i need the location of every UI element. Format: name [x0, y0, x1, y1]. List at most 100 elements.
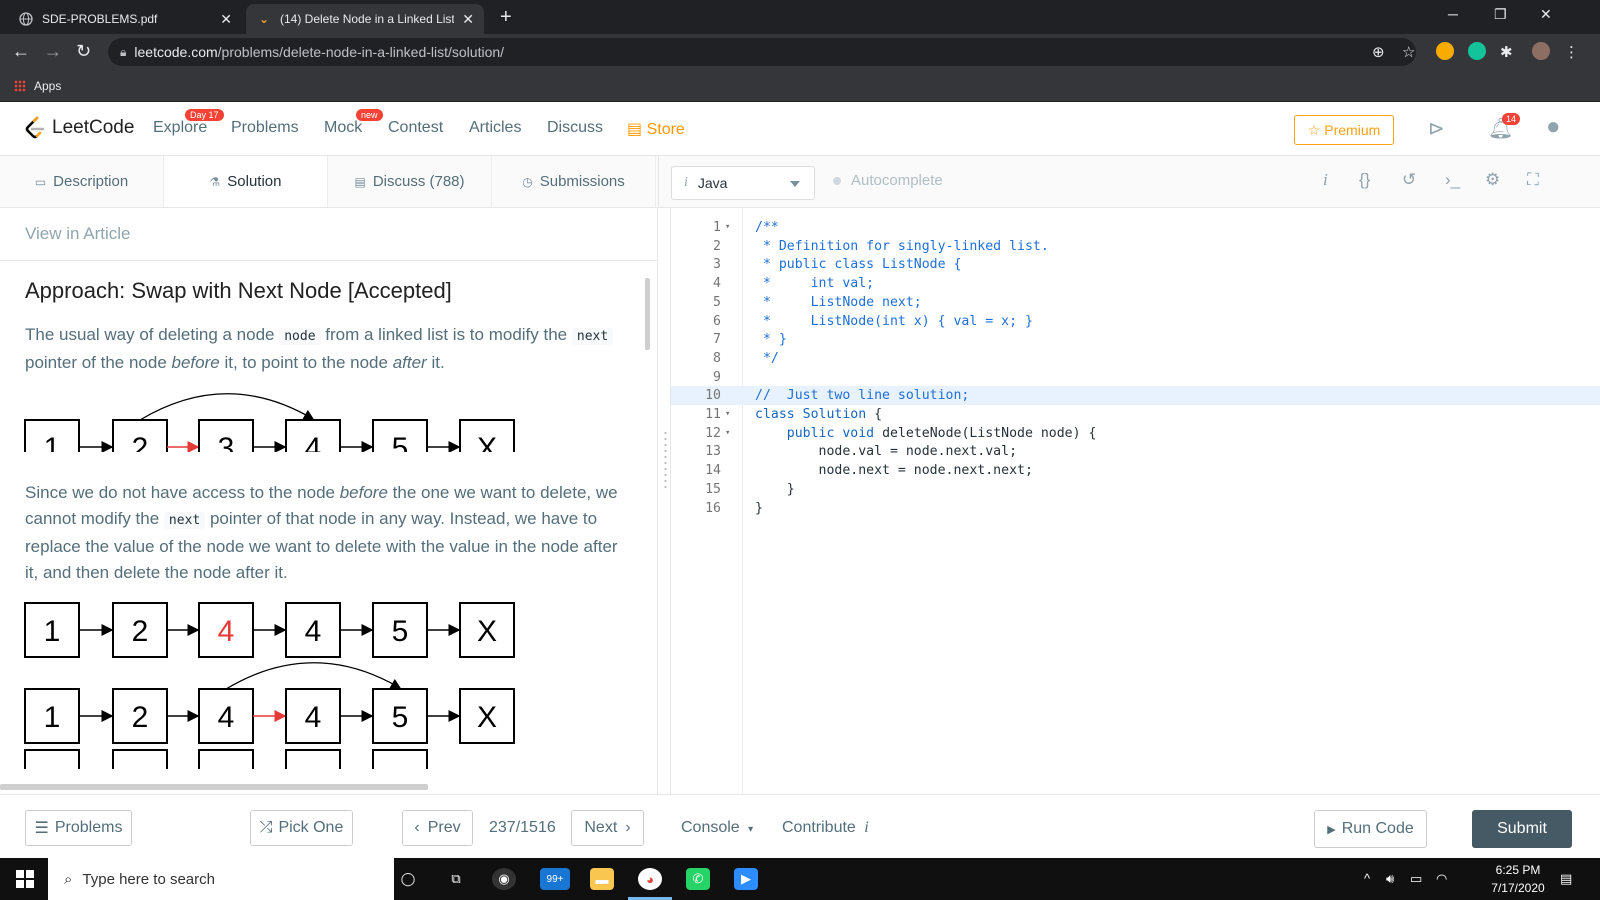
code-line[interactable]: 13 node.val = node.next.val;: [671, 442, 1600, 461]
code-line[interactable]: 7 * }: [671, 330, 1600, 349]
list-node-value: 3: [218, 432, 235, 452]
whatsapp-icon[interactable]: ✆: [686, 868, 710, 890]
reload-icon[interactable]: ↻: [76, 42, 91, 60]
run-code-button[interactable]: ▶ Run Code: [1314, 810, 1427, 848]
fold-arrow-icon[interactable]: ▾: [725, 424, 730, 443]
nav-articles[interactable]: Articles: [469, 119, 521, 137]
task-view-icon[interactable]: ⧉: [444, 868, 468, 890]
prev-button[interactable]: ‹ Prev: [402, 810, 473, 846]
fold-arrow-icon[interactable]: ▾: [725, 405, 730, 424]
leetcode-logo[interactable]: LeetCode: [24, 116, 134, 140]
new-tab-icon[interactable]: +: [500, 6, 512, 29]
battery-icon[interactable]: ▭: [1410, 871, 1422, 887]
zoom-icon[interactable]: ⊕: [1372, 43, 1385, 61]
panel-resize-handle[interactable]: [664, 430, 667, 490]
chrome-icon[interactable]: ◕: [638, 868, 662, 890]
list-node-value: 4: [305, 432, 322, 452]
media-player-icon[interactable]: ◉: [492, 868, 516, 890]
nav-store[interactable]: ▤ Store: [627, 119, 685, 139]
contribute-label: Contribute: [782, 819, 856, 836]
address-bar[interactable]: 🔒︎ leetcode.com/problems/delete-node-in-…: [108, 38, 1416, 66]
horizontal-scrollbar[interactable]: [0, 784, 428, 790]
submit-button[interactable]: Submit: [1472, 810, 1572, 848]
view-in-article-link[interactable]: View in Article: [25, 224, 131, 244]
wifi-icon[interactable]: ◠: [1436, 871, 1447, 887]
close-icon[interactable]: ✕: [462, 11, 474, 28]
terminal-icon[interactable]: ›_: [1445, 170, 1460, 190]
console-toggle[interactable]: Console ▾: [681, 819, 753, 837]
fullscreen-icon[interactable]: ⛶: [1527, 170, 1539, 190]
button-label: Next: [584, 819, 618, 836]
cortana-icon[interactable]: ◯: [396, 868, 420, 890]
back-icon[interactable]: ←: [12, 42, 30, 60]
user-avatar-icon[interactable]: ●: [1546, 113, 1561, 141]
language-select[interactable]: i Java: [671, 166, 815, 200]
code-line[interactable]: 12 ▾ public void deleteNode(ListNode node…: [671, 424, 1600, 443]
vertical-scrollbar[interactable]: [645, 278, 650, 350]
window-close-icon[interactable]: ✕: [1540, 6, 1552, 23]
chrome-menu-icon[interactable]: ⋮: [1564, 43, 1579, 61]
browser-tab-leetcode[interactable]: ⌄ (14) Delete Node in a Linked List ✕: [246, 4, 484, 34]
autocomplete-toggle[interactable]: Autocomplete: [833, 172, 943, 189]
tab-description[interactable]: ▭ Description: [0, 156, 164, 207]
mail-icon[interactable]: 99+: [540, 868, 570, 890]
code-line[interactable]: 4 * int val;: [671, 274, 1600, 293]
extension-eyes-icon[interactable]: [1436, 42, 1454, 60]
browser-tab-pdf[interactable]: SDE-PROBLEMS.pdf ✕: [8, 4, 242, 34]
code-line[interactable]: 14 node.next = node.next.next;: [671, 461, 1600, 480]
info-icon[interactable]: i: [1323, 170, 1328, 190]
list-node-value: 2: [132, 615, 149, 648]
tab-solution[interactable]: ⚗ Solution: [164, 156, 328, 207]
tray-chevron-icon[interactable]: ^: [1364, 871, 1370, 886]
tab-discuss[interactable]: ▤ Discuss (788): [328, 156, 492, 207]
playground-icon[interactable]: ⊳: [1428, 116, 1445, 141]
code-line[interactable]: 5 * ListNode next;: [671, 293, 1600, 312]
nav-explore[interactable]: Explore Day 17: [153, 109, 224, 137]
pick-one-button[interactable]: ⤮ Pick One: [250, 810, 353, 846]
braces-icon[interactable]: {}: [1359, 170, 1370, 190]
code-line[interactable]: 16}: [671, 499, 1600, 518]
close-icon[interactable]: ✕: [220, 11, 232, 28]
nav-contest[interactable]: Contest: [388, 119, 443, 137]
notification-center-icon[interactable]: ▤: [1560, 871, 1572, 887]
taskbar-search[interactable]: ⌕ Type here to search: [48, 858, 394, 900]
next-button[interactable]: Next ›: [571, 810, 644, 846]
code-line[interactable]: 1 ▾ /**: [671, 218, 1600, 237]
fold-arrow-icon[interactable]: ▾: [725, 218, 730, 237]
restore-icon[interactable]: ❐: [1494, 6, 1507, 23]
nav-problems[interactable]: Problems: [231, 119, 299, 137]
code-line[interactable]: 2 * Definition for singly-linked list.: [671, 237, 1600, 256]
contribute-link[interactable]: Contribute i: [782, 819, 869, 837]
windows-start-icon[interactable]: [16, 870, 34, 888]
tab-submissions[interactable]: ◷ Submissions: [492, 156, 656, 207]
nav-discuss[interactable]: Discuss: [547, 119, 603, 137]
code-line[interactable]: 11 ▾ class Solution {: [671, 405, 1600, 424]
search-placeholder: Type here to search: [82, 870, 215, 888]
file-explorer-icon[interactable]: ▬: [590, 868, 614, 890]
apps-bookmark[interactable]: Apps: [34, 79, 61, 93]
windows-taskbar: ⌕ Type here to search ◯ ⧉ ◉ 99+ ▬ ◕ ✆ ▶ …: [0, 858, 1600, 900]
profile-avatar-icon[interactable]: [1532, 42, 1550, 60]
extensions-puzzle-icon[interactable]: ✱: [1500, 43, 1513, 61]
minimize-icon[interactable]: ─: [1448, 6, 1458, 22]
bookmark-star-icon[interactable]: ☆: [1402, 43, 1415, 61]
taskbar-clock[interactable]: 6:25 PM 7/17/2020: [1486, 861, 1550, 897]
premium-button[interactable]: ☆ Premium: [1294, 115, 1394, 145]
problems-button[interactable]: ☰ Problems: [25, 810, 132, 846]
code-line[interactable]: 6 * ListNode(int x) { val = x; }: [671, 312, 1600, 331]
nav-mock[interactable]: Mock new: [324, 109, 383, 137]
code-line[interactable]: 8 */: [671, 349, 1600, 368]
code-line[interactable]: 3 * public class ListNode {: [671, 255, 1600, 274]
reset-icon[interactable]: ↺: [1402, 170, 1416, 190]
code-line[interactable]: 9: [671, 368, 1600, 387]
code-editor[interactable]: 1 ▾ /** 2 * Definition for singly-linked li…: [670, 208, 1600, 794]
code-line[interactable]: 15 }: [671, 480, 1600, 499]
settings-icon[interactable]: ⚙: [1485, 170, 1500, 190]
line-number: 5: [713, 294, 721, 310]
grammarly-icon[interactable]: [1468, 42, 1486, 60]
volume-icon[interactable]: 🔊︎: [1386, 871, 1394, 887]
code-line[interactable]: 10 // Just two line solution;: [671, 386, 1600, 406]
leetcode-favicon-icon: ⌄: [258, 12, 270, 26]
forward-icon[interactable]: →: [44, 42, 62, 60]
zoom-app-icon[interactable]: ▶: [734, 868, 758, 890]
